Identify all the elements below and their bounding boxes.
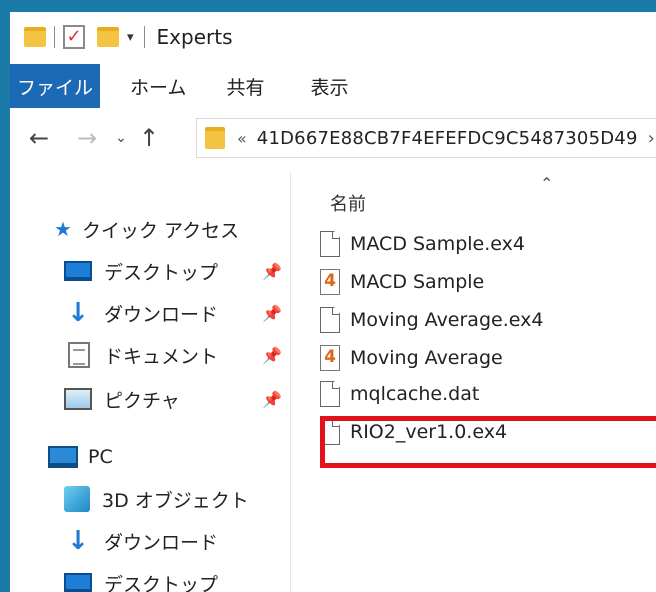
star-icon: ★ [54, 217, 72, 241]
tab-view[interactable]: 表示 [310, 73, 348, 100]
pin-icon[interactable]: 📌 [262, 346, 282, 365]
blank-file-icon [320, 231, 340, 257]
title-separator [54, 26, 55, 48]
nav-item-3d-objects[interactable]: 3D オブジェクト [64, 480, 249, 518]
nav-quick-access-label: クイック アクセス [82, 219, 240, 242]
file-row[interactable]: Moving Average.ex4 [320, 302, 543, 338]
up-arrow-icon[interactable]: ↑ [134, 124, 164, 152]
blank-file-icon [320, 307, 340, 333]
3d-objects-icon [64, 486, 90, 512]
column-header-name[interactable]: 名前 [330, 190, 366, 216]
picture-icon [64, 388, 92, 410]
nav-item-label: デスクトップ [104, 573, 219, 592]
new-folder-icon[interactable] [97, 27, 119, 47]
nav-item-pc-desktop[interactable]: デスクトップ [64, 564, 218, 592]
file-name: mqlcache.dat [350, 383, 480, 405]
nav-item-label: ダウンロード [104, 303, 219, 326]
file-name: Moving Average [350, 347, 503, 369]
nav-item-label: デスクトップ [104, 261, 219, 284]
mql4-file-icon: 4 [320, 269, 340, 295]
file-row[interactable]: 4 MACD Sample [320, 264, 484, 300]
nav-item-documents[interactable]: ドキュメント 📌 [68, 336, 294, 374]
path-segment[interactable]: 41D667E88CB7F4EFEFDC9C5487305D49 [257, 128, 638, 149]
sort-ascending-icon: ⌃ [540, 174, 554, 193]
nav-pc-label: PC [88, 446, 113, 468]
file-row[interactable]: 4 Moving Average [320, 340, 503, 376]
file-name: MACD Sample [350, 271, 485, 293]
nav-item-pc-downloads[interactable]: ↓ ダウンロード [64, 522, 218, 560]
nav-quick-access[interactable]: ★ クイック アクセス [52, 210, 239, 248]
nav-item-label: ドキュメント [104, 345, 219, 368]
nav-item-label: 3D オブジェクト [102, 489, 249, 512]
download-icon: ↓ [67, 298, 89, 328]
tab-share[interactable]: 共有 [226, 73, 264, 100]
title-bar: ✓ ▾ Experts [10, 12, 656, 62]
download-icon: ↓ [67, 526, 89, 556]
back-arrow-icon[interactable]: ← [24, 124, 54, 152]
pin-icon[interactable]: 📌 [262, 262, 282, 281]
title-separator-2 [143, 26, 145, 48]
customize-toolbar-dropdown-icon[interactable]: ▾ [127, 30, 134, 45]
forward-arrow-icon[interactable]: → [72, 124, 102, 152]
explorer-window: ✓ ▾ Experts ファイル ホーム 共有 表示 ← → ⌄ ↑ « 41D… [10, 12, 656, 592]
nav-item-pictures[interactable]: ピクチャ 📌 [64, 380, 294, 418]
document-icon [68, 342, 90, 368]
desktop-icon [64, 261, 92, 281]
file-row[interactable]: mqlcache.dat [320, 376, 479, 412]
path-next-chevron-icon[interactable]: › [648, 128, 655, 149]
nav-item-desktop[interactable]: デスクトップ 📌 [64, 252, 294, 290]
properties-check-icon[interactable]: ✓ [63, 25, 85, 49]
window-title: Experts [156, 25, 233, 49]
pin-icon[interactable]: 📌 [262, 304, 282, 323]
file-name: Moving Average.ex4 [350, 309, 544, 331]
recent-locations-chevron-icon[interactable]: ⌄ [108, 130, 134, 146]
folder-icon [24, 27, 46, 47]
path-folder-icon [205, 127, 225, 149]
nav-item-label: ダウンロード [104, 531, 219, 554]
tab-file[interactable]: ファイル [10, 64, 100, 108]
mql4-file-icon: 4 [320, 345, 340, 371]
path-overflow-chevron[interactable]: « [237, 129, 247, 148]
tab-home[interactable]: ホーム [130, 73, 186, 100]
blank-file-icon [320, 381, 340, 407]
nav-item-label: ピクチャ [104, 389, 180, 412]
address-path-box[interactable]: « 41D667E88CB7F4EFEFDC9C5487305D49 › [196, 118, 656, 158]
pc-icon [48, 446, 78, 468]
file-name: MACD Sample.ex4 [350, 233, 525, 255]
address-bar-row: ← → ⌄ ↑ « 41D667E88CB7F4EFEFDC9C5487305D… [10, 112, 656, 164]
ribbon-tabs: ファイル ホーム 共有 表示 [10, 64, 656, 108]
pane-divider[interactable] [290, 172, 291, 592]
nav-item-downloads[interactable]: ↓ ダウンロード 📌 [64, 294, 294, 332]
nav-this-pc[interactable]: PC [48, 438, 113, 476]
desktop-icon [64, 573, 92, 592]
file-row-selected[interactable]: RIO2_ver1.0.ex4 [320, 414, 507, 450]
pin-icon[interactable]: 📌 [262, 390, 282, 409]
navigation-pane: ★ クイック アクセス デスクトップ 📌 ↓ ダウンロード 📌 ドキュメント 📌… [10, 172, 290, 592]
blank-file-icon [320, 419, 340, 445]
file-row[interactable]: MACD Sample.ex4 [320, 226, 525, 262]
file-name: RIO2_ver1.0.ex4 [350, 421, 508, 443]
